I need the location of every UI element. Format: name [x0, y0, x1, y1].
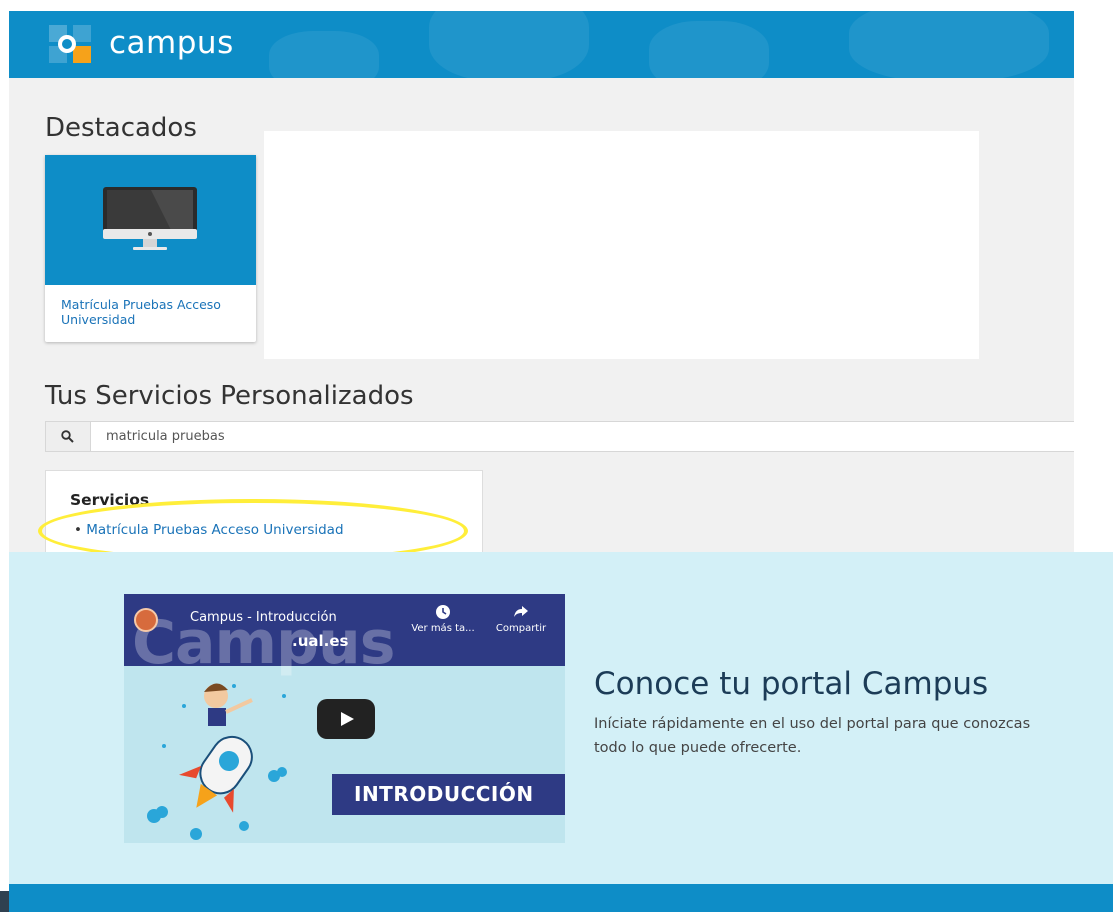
play-button[interactable]: [317, 699, 375, 739]
video-banner: INTRODUCCIÓN: [332, 774, 565, 815]
campus-logo-text[interactable]: campus: [109, 25, 234, 61]
featured-section-title: Destacados: [45, 113, 197, 143]
search-button[interactable]: [46, 422, 91, 451]
footer-corner: [0, 891, 9, 912]
clock-icon: [436, 605, 450, 619]
video-illustration: [147, 683, 287, 840]
share-icon: [514, 606, 528, 617]
search-icon: [61, 430, 74, 443]
share-button[interactable]: Compartir: [486, 604, 556, 634]
watch-later-label: Ver más ta...: [411, 623, 475, 634]
featured-card-banner: [45, 155, 256, 285]
share-label: Compartir: [495, 623, 547, 634]
blank-area: [264, 131, 979, 359]
video-domain: .ual.es: [292, 632, 349, 650]
channel-avatar[interactable]: [134, 608, 158, 632]
play-icon: [341, 712, 354, 726]
promo-title: Conoce tu portal Campus: [594, 666, 989, 702]
personal-services-title: Tus Servicios Personalizados: [45, 381, 414, 411]
footer-bar: [9, 884, 1113, 912]
campus-logo-icon[interactable]: [47, 23, 93, 65]
video-player[interactable]: Campus .ual.es Campus - Introducción Ver…: [124, 594, 565, 843]
search-bar: matricula pruebas: [45, 421, 1074, 452]
search-input[interactable]: matricula pruebas: [106, 429, 225, 444]
monitor-icon: [103, 187, 197, 250]
header-bar: campus: [9, 11, 1074, 78]
featured-card-label[interactable]: Matrícula Pruebas Acceso Universidad: [61, 297, 241, 327]
video-title[interactable]: Campus - Introducción: [190, 610, 337, 625]
watch-later-button[interactable]: Ver más ta...: [408, 604, 478, 634]
featured-card[interactable]: Matrícula Pruebas Acceso Universidad: [45, 155, 256, 342]
video-banner-text: INTRODUCCIÓN: [354, 782, 534, 806]
promo-description: Iníciate rápidamente en el uso del porta…: [594, 716, 1031, 756]
